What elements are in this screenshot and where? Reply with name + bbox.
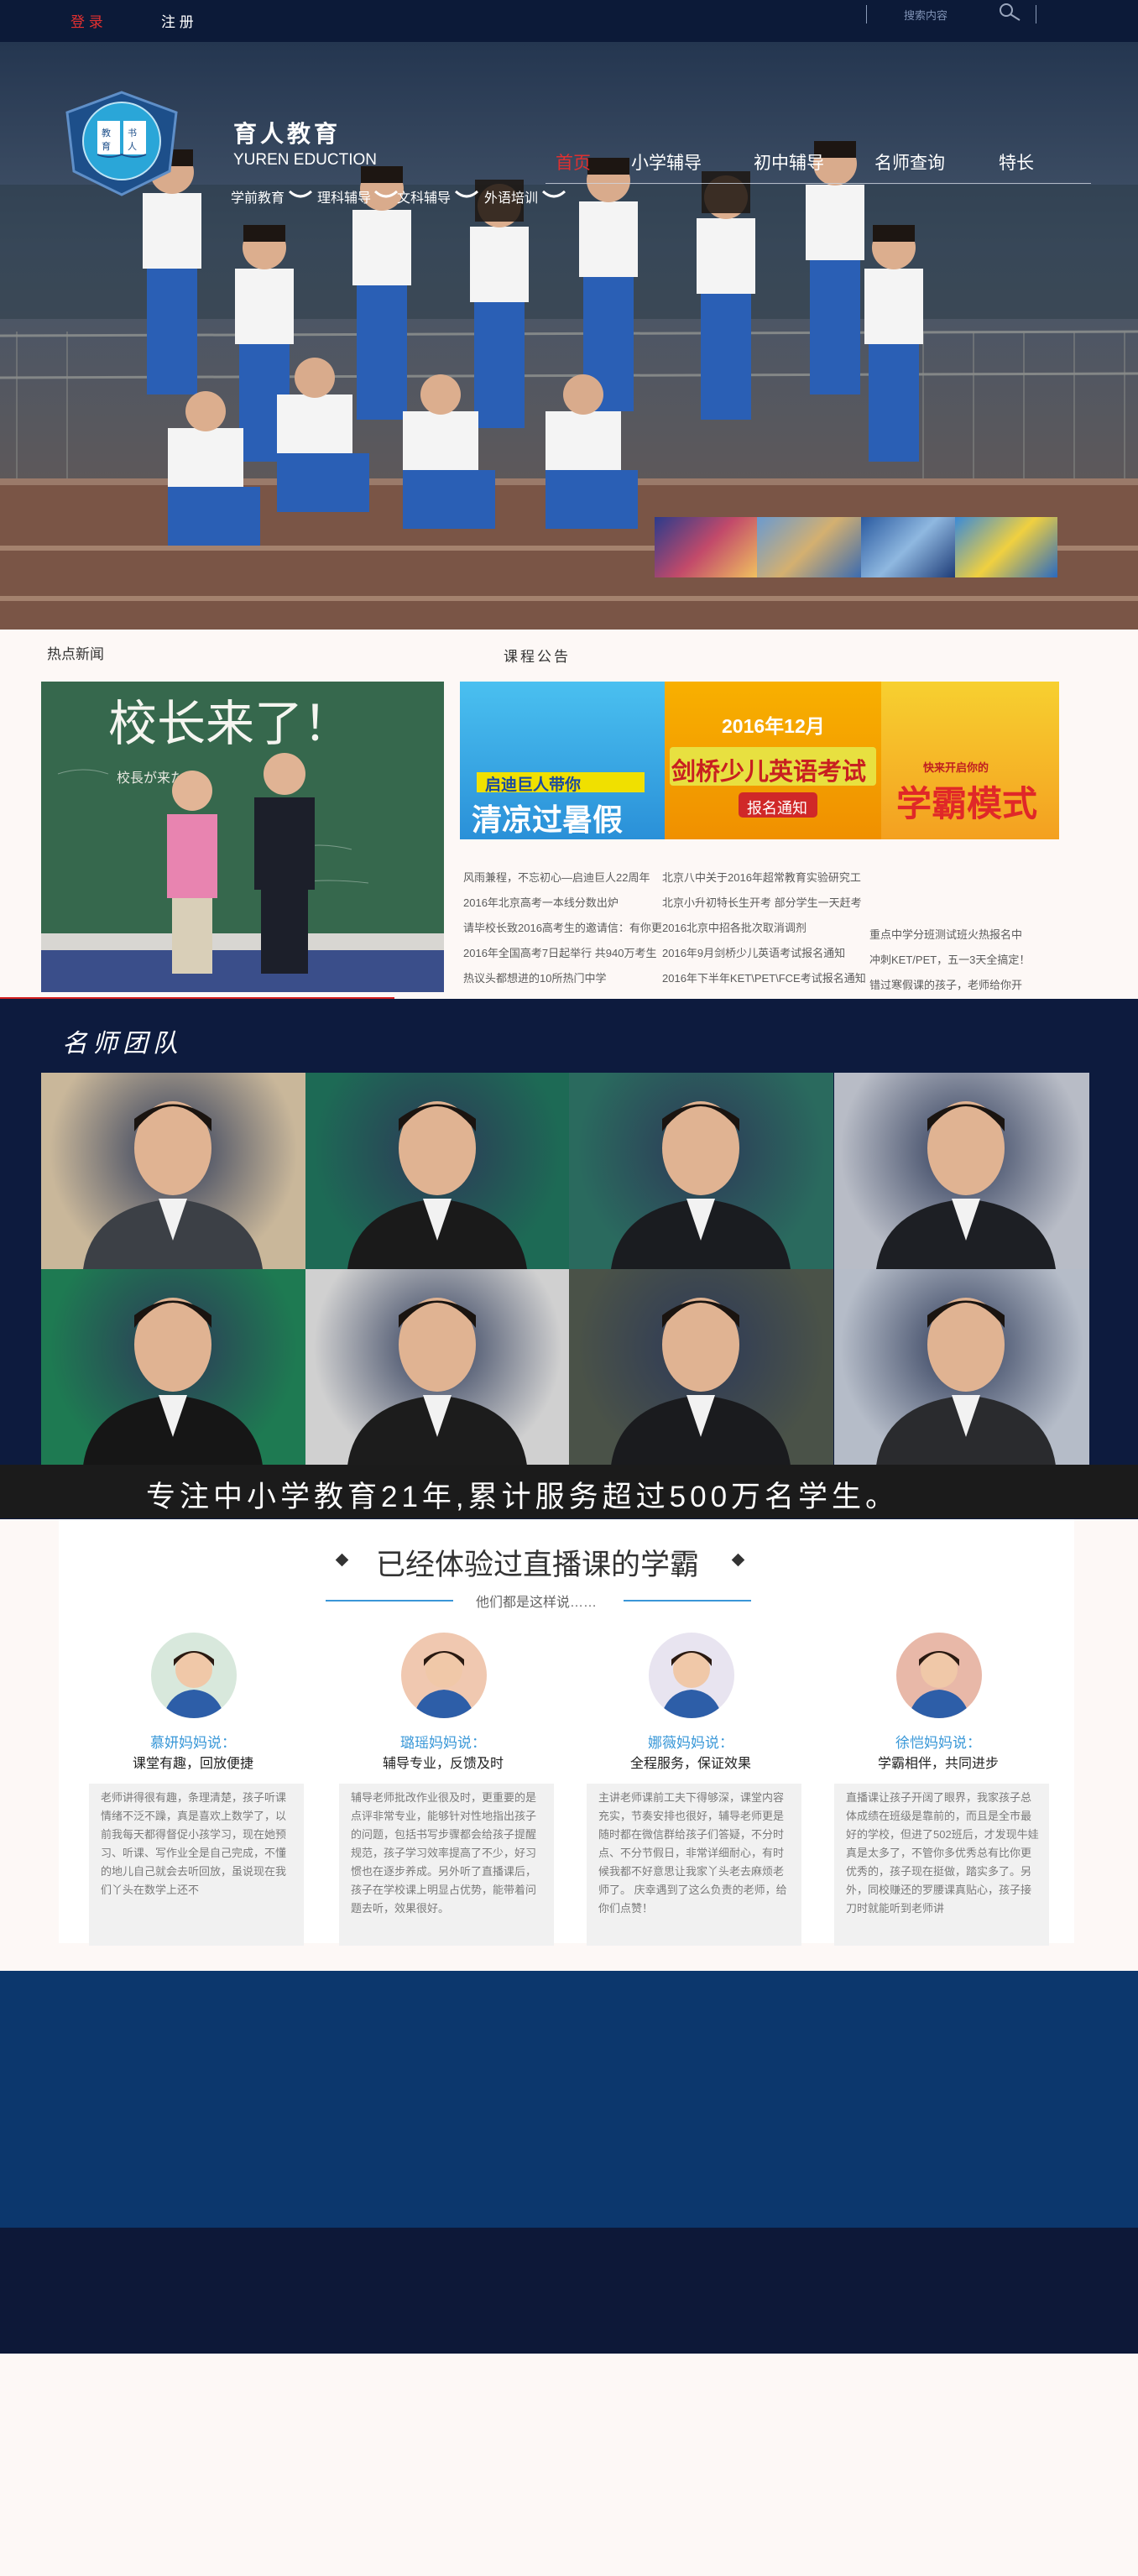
avatar [151,1633,237,1718]
chevron-down-icon [373,190,399,198]
testimonial-body: 辅导老师批改作业很及时，更重要的是点评非常专业，能够针对性地指出孩子的问题，包括… [339,1784,554,1946]
teacher-photo[interactable] [41,1073,305,1269]
banner-cambridge-top: 2016年12月 [722,715,825,737]
subnav-item-foreign-language[interactable]: 外语培训 [484,186,538,206]
subnav-item-science[interactable]: 理科辅导 [317,186,371,206]
notice-item[interactable]: 北京小升初特长生开考 部分学生一天赶考 [662,894,862,910]
course-banners: 启迪巨人带你 清凉过暑假 2016年12月 剑桥少儿英语考试 报名通知 快来开启… [460,682,1059,839]
divider [326,1600,453,1602]
notice-item[interactable]: 热议头都想进的10所热门中学 [463,969,606,985]
testimonial-author: 璐瑶妈妈说： [400,1735,486,1751]
ad-thumbnail[interactable] [955,517,1057,577]
banner-top-student[interactable]: 快来开启你的 学霸模式 [881,682,1059,839]
svg-text:书: 书 [128,128,137,138]
banner-summer[interactable]: 启迪巨人带你 清凉过暑假 [460,682,665,839]
notice-list: 风雨兼程，不忘初心—启迪巨人22周年 北京八中关于2016年超常教育实验研究工 20… [463,869,1068,1016]
news-image-caption: 校长来了！ [108,695,352,752]
chevron-down-icon [454,190,479,198]
nav-item-specialty[interactable]: 特长 [999,149,1034,175]
svg-text:教: 教 [102,128,111,138]
ad-thumbnail[interactable] [655,517,757,577]
ad-thumbnail[interactable] [757,517,861,577]
testimonial-body: 主讲老师课前工夫下得够深，课堂内容充实，节奏安排也很好，辅导老师更是随时都在微信… [587,1784,801,1946]
divider [866,5,867,24]
testimonial-author: 徐恺妈妈说： [895,1735,981,1751]
hero-ad-strip [655,517,1057,577]
ad-thumbnail[interactable] [861,517,955,577]
divider [624,1600,751,1602]
testimonial-headline: 辅导专业，反馈及时 [382,1757,504,1771]
banner-cambridge-english[interactable]: 2016年12月 剑桥少儿英语考试 报名通知 [665,682,881,839]
nav-item-primary[interactable]: 小学辅导 [631,149,702,175]
footer-bottom [0,2228,1138,2354]
notice-item[interactable]: 冲刺KET/PET，五一3天全搞定！ [869,951,1030,967]
slogan-text: 专注中小学教育21年,累计服务超过500万名学生。 [146,1481,900,1513]
notice-item[interactable]: 2016年9月剑桥少儿英语考试报名通知 [662,944,845,960]
teacher-photo[interactable] [834,1269,1089,1466]
nav-item-teacher-search[interactable]: 名师查询 [874,149,945,175]
banner-cambridge-title: 剑桥少儿英语考试 [671,759,867,786]
brand-name: 育人教育 [233,120,342,148]
brand-logo[interactable]: 教 书 育 人 [59,89,185,198]
banner-summer-title: 清凉过暑假 [472,802,624,837]
banner-summer-top: 启迪巨人带你 [485,776,582,794]
testimonial-headline: 学霸相伴，共同进步 [877,1757,999,1771]
testimonial-body: 老师讲得很有趣，条理清楚，孩子听课情绪不泛不躁，真是喜欢上数学了，以前我每天都得… [89,1784,304,1946]
notice-item[interactable]: 2016年全国高考7日起举行 共940万考生 [463,944,656,960]
testimonial-card: 徐恺妈妈说： 学霸相伴，共同进步直播课让孩子开阔了眼界，我家孩子总体成绩在班级是靠… [827,1633,1049,1952]
top-bar: 登 录 注 册 搜索内容 [0,0,1138,42]
banner-top-student-title: 学霸模式 [896,784,1038,823]
notice-item[interactable]: 2016年北京高考一本线分数出炉 [463,894,619,910]
brand-english-name: YUREN EDUCTION [233,151,378,169]
testimonial-body: 直播课让孩子开阔了眼界，我家孩子总体成绩在班级是靠前的，而且是全市最好的学校，但… [834,1784,1049,1946]
avatar [649,1633,734,1718]
search-input[interactable]: 搜索内容 [904,7,947,23]
notice-item[interactable]: 2016北京中招各批次取消调剂 [662,919,807,935]
notice-item[interactable]: 请毕校长致2016高考生的邀请信：有你更 [463,919,662,935]
avatar [896,1633,982,1718]
teacher-photo[interactable] [41,1269,305,1466]
search-icon[interactable] [997,2,1022,24]
notice-item[interactable]: 北京八中关于2016年超常教育实验研究工 [662,869,861,885]
teacher-section-title: 名师团队 [62,1029,183,1058]
testimonial-author: 娜薇妈妈说： [648,1735,733,1751]
subnav-item-preschool[interactable]: 学前教育 [231,186,284,206]
nav-item-junior-high[interactable]: 初中辅导 [754,149,824,175]
teacher-photo[interactable] [834,1073,1089,1269]
footer-band [0,1971,1138,2228]
svg-text:育: 育 [102,140,111,152]
teacher-photo[interactable] [569,1269,833,1466]
principal-photo: 校长来了！ 校長が来た [41,682,444,992]
notice-item[interactable]: 重点中学分班测试班火热报名中 [869,926,1022,942]
testimonial-author: 慕妍妈妈说： [150,1735,236,1751]
course-notice-title: 课程公告 [504,649,571,665]
testimonial-headline: 课堂有趣，回放便捷 [132,1757,253,1771]
nav-underline [546,183,1091,184]
notice-item[interactable]: 错过寒假课的孩子，老师给你开 [869,976,1022,992]
hero-banner: 教 书 育 人 育人教育 YUREN EDUCTION 学前教育 理科辅导 文科… [0,42,1138,630]
banner-top-student-top: 快来开启你的 [923,761,989,774]
testimonial-card: 娜薇妈妈说： 全程服务，保证效果主讲老师课前工夫下得够深，课堂内容充实，节奏安排也… [580,1633,801,1952]
teacher-photo[interactable] [305,1073,570,1269]
notice-item[interactable]: 2016年下半年KET\PET\FCE考试报名通知 [662,969,866,985]
testimonial-title: 已经体验过直播课的学霸 [376,1549,700,1581]
avatar [401,1633,487,1718]
hot-news-title: 热点新闻 [47,646,104,662]
nav-item-home[interactable]: 首页 [556,149,591,175]
register-link[interactable]: 注 册 [161,10,194,31]
svg-text:人: 人 [128,141,137,152]
teacher-photo[interactable] [569,1073,833,1269]
testimonial-card: 慕妍妈妈说： 课堂有趣，回放便捷老师讲得很有趣，条理清楚，孩子听课情绪不泛不躁，真… [82,1633,304,1952]
testimonial-headline: 全程服务，保证效果 [629,1757,751,1771]
banner-cambridge-tag: 报名通知 [747,800,807,817]
notice-item[interactable]: 风雨兼程，不忘初心—启迪巨人22周年 [463,869,650,885]
chevron-down-icon [541,190,566,198]
testimonial-card: 璐瑶妈妈说： 辅导专业，反馈及时辅导老师批改作业很及时，更重要的是点评非常专业，能… [332,1633,554,1952]
teacher-photo[interactable] [305,1269,570,1466]
news-image[interactable]: 校长来了！ 校長が来た [41,682,444,992]
subnav-item-liberal-arts[interactable]: 文科辅导 [397,186,451,206]
testimonial-subtitle: 他们都是这样说…… [476,1596,598,1610]
login-link[interactable]: 登 录 [70,10,103,31]
chevron-down-icon [288,190,313,198]
